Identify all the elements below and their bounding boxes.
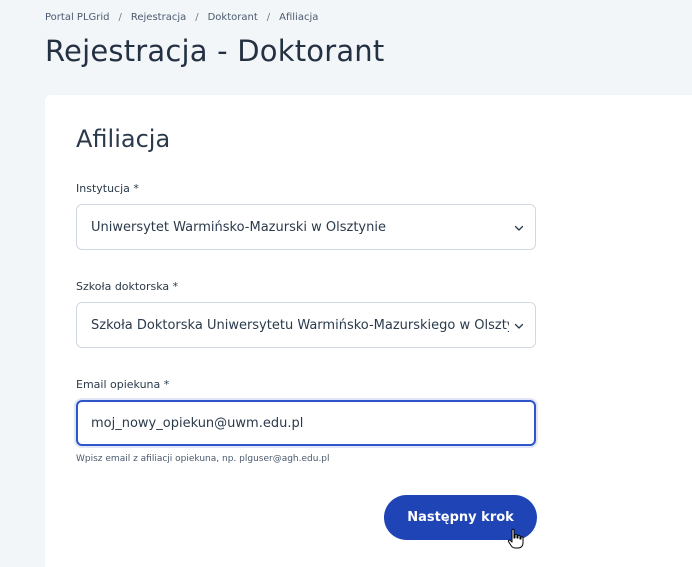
- page: Portal PLGrid / Rejestracja / Doktorant …: [0, 0, 692, 567]
- doctoral-school-select[interactable]: Szkoła Doktorska Uniwersytetu Warmińsko-…: [76, 302, 536, 348]
- doctoral-school-value: Szkoła Doktorska Uniwersytetu Warmińsko-…: [91, 317, 509, 333]
- doctoral-school-label: Szkoła doktorska *: [76, 280, 179, 293]
- institution-value: Uniwersytet Warmińsko-Mazurski w Olsztyn…: [91, 219, 386, 235]
- form-card: Afiliacja Instytucja * Uniwersytet Warmi…: [45, 95, 692, 567]
- breadcrumb-separator: /: [195, 12, 199, 23]
- supervisor-email-help: Wpisz email z afiliacji opiekuna, np. pl…: [76, 454, 330, 464]
- chevron-down-icon: [514, 225, 524, 231]
- supervisor-email-input[interactable]: [76, 400, 536, 446]
- breadcrumb-separator: /: [118, 12, 122, 23]
- institution-select[interactable]: Uniwersytet Warmińsko-Mazurski w Olsztyn…: [76, 204, 536, 250]
- hand-pointer-icon: [507, 528, 524, 549]
- breadcrumb-separator: /: [266, 12, 271, 23]
- breadcrumb: Portal PLGrid / Rejestracja / Doktorant …: [45, 12, 318, 23]
- breadcrumb-item-doctoral[interactable]: Doktorant: [208, 12, 258, 23]
- section-title: Afiliacja: [76, 125, 171, 153]
- supervisor-email-label: Email opiekuna *: [76, 378, 170, 391]
- chevron-down-icon: [514, 323, 524, 329]
- breadcrumb-item-portal[interactable]: Portal PLGrid: [45, 12, 110, 23]
- institution-label: Instytucja *: [76, 182, 139, 195]
- breadcrumb-item-affiliation: Afiliacja: [279, 12, 319, 23]
- page-title: Rejestracja - Doktorant: [45, 34, 385, 68]
- breadcrumb-item-registration[interactable]: Rejestracja: [131, 12, 186, 23]
